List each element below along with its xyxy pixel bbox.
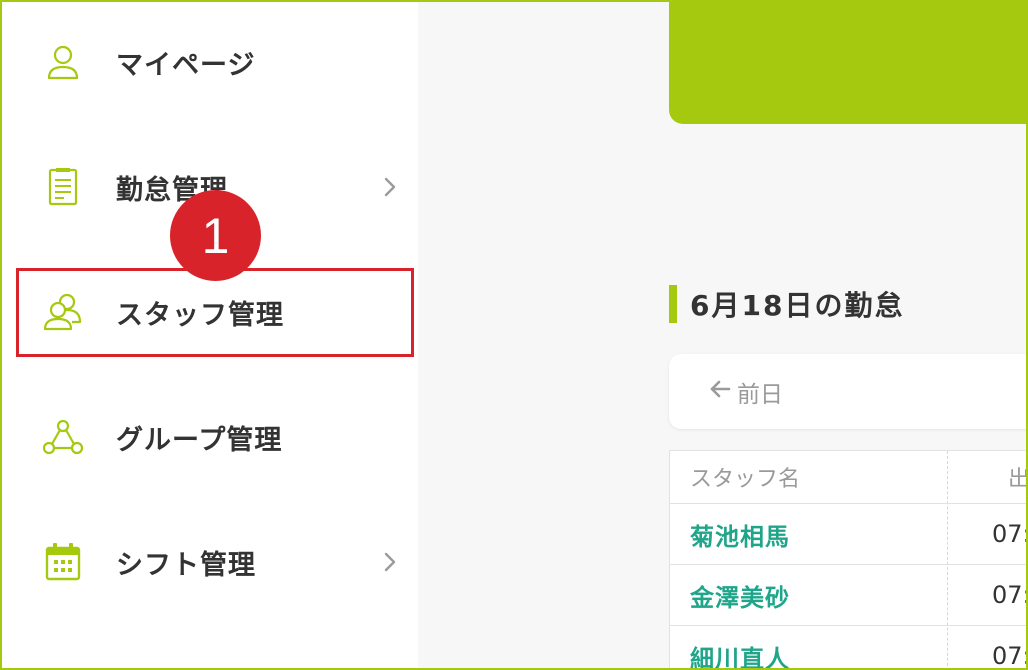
document-icon bbox=[42, 166, 84, 208]
highlight-box bbox=[16, 268, 414, 357]
user-icon bbox=[42, 41, 84, 83]
staff-name-link[interactable]: 金澤美砂 bbox=[690, 565, 790, 625]
column-header-staff-name: スタッフ名 bbox=[690, 467, 801, 492]
section-title: 6月18日の勤怠 bbox=[690, 289, 905, 322]
table-header-row: スタッフ名 出 bbox=[670, 451, 1028, 504]
chevron-right-icon bbox=[378, 550, 402, 574]
sidebar-item-group[interactable]: グループ管理 bbox=[0, 397, 418, 477]
staff-name-link[interactable]: 菊池相馬 bbox=[690, 504, 790, 564]
date-nav-card: 前日 bbox=[669, 354, 1028, 429]
prev-day-label: 前日 bbox=[737, 381, 783, 408]
step-badge: 1 bbox=[170, 190, 261, 281]
calendar-icon bbox=[42, 541, 84, 583]
main-content: 6月18日の勤怠 前日 スタッフ名 出 菊池相馬 07: 金澤美砂 07: 細川… bbox=[418, 0, 1028, 670]
sidebar: マイページ 勤怠管理 スタッフ管理 グループ管理 シフト管理 1 bbox=[0, 0, 418, 670]
clock-in-time: 07: bbox=[992, 581, 1028, 609]
group-network-icon bbox=[42, 416, 84, 458]
staff-name-link[interactable]: 細川直人 bbox=[690, 626, 790, 670]
header-banner bbox=[669, 0, 1028, 124]
section-accent-bar bbox=[669, 285, 677, 323]
prev-day-button[interactable]: 前日 bbox=[709, 354, 783, 429]
sidebar-item-shift[interactable]: シフト管理 bbox=[0, 522, 418, 602]
sidebar-item-label: シフト管理 bbox=[116, 549, 256, 581]
sidebar-item-label: マイページ bbox=[116, 49, 256, 81]
arrow-left-icon bbox=[709, 379, 731, 405]
table-row: 細川直人 07: bbox=[670, 626, 1028, 670]
attendance-table: スタッフ名 出 菊池相馬 07: 金澤美砂 07: 細川直人 07: bbox=[669, 450, 1028, 670]
sidebar-item-label: グループ管理 bbox=[116, 424, 283, 456]
sidebar-item-mypage[interactable]: マイページ bbox=[0, 22, 418, 102]
chevron-right-icon bbox=[378, 175, 402, 199]
table-row: 金澤美砂 07: bbox=[670, 565, 1028, 626]
clock-in-time: 07: bbox=[992, 642, 1028, 670]
table-row: 菊池相馬 07: bbox=[670, 504, 1028, 565]
clock-in-time: 07: bbox=[992, 520, 1028, 548]
column-header-clock-in: 出 bbox=[1008, 467, 1028, 492]
